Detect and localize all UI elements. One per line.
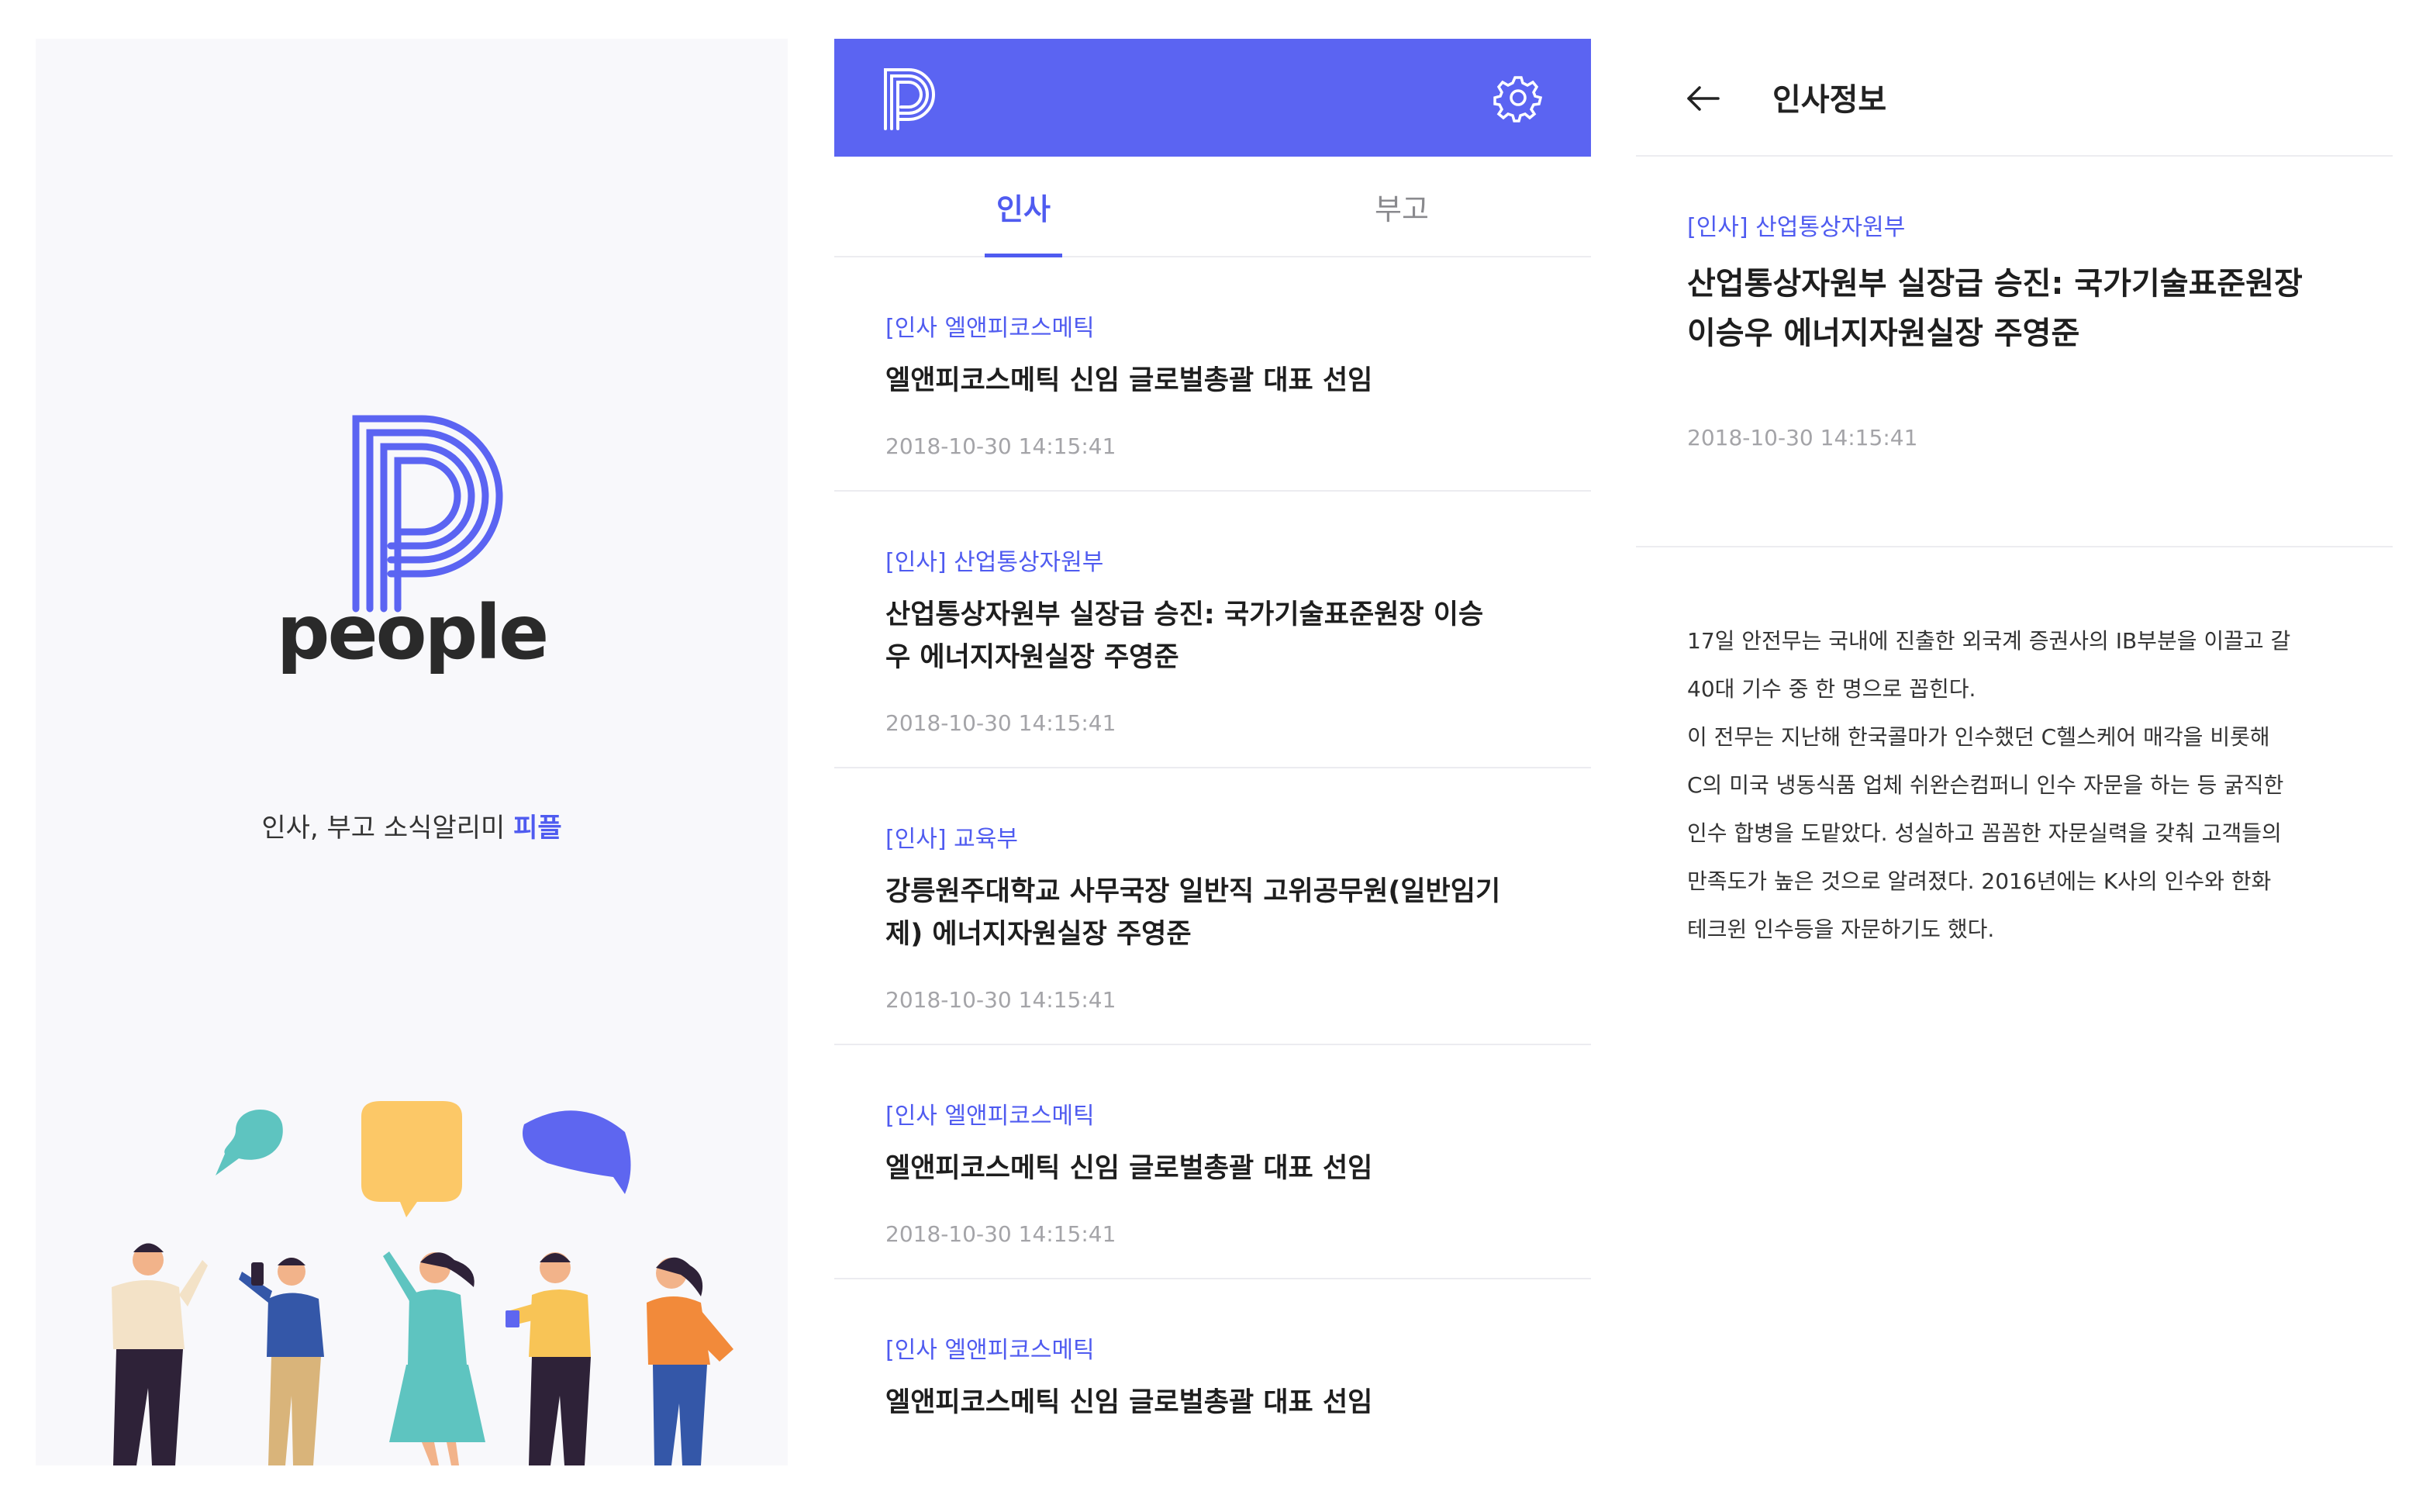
item-title: 강릉원주대학교 사무국장 일반직 고위공무원(일반임기제) 에너지자원실장 주영… bbox=[885, 876, 1501, 950]
item-date: 2018-10-30 14:15:41 bbox=[885, 710, 1116, 736]
item-category: [인사] 산업통상자원부 bbox=[885, 549, 1104, 576]
app-bar bbox=[834, 39, 1591, 157]
people-chatting-illustration bbox=[112, 1101, 733, 1465]
tagline-brand: 피플 bbox=[513, 813, 562, 844]
list-screen: 인사 부고 [인사 엘앤피코스메틱 엘앤피코스메틱 신임 글로벌총괄 대표 선임… bbox=[834, 39, 1591, 1465]
item-title: 엘앤피코스메틱 신임 글로벌총괄 대표 선임 bbox=[885, 1387, 1373, 1418]
article-header: [인사] 산업통상자원부 산업통상자원부 실장급 승진: 국가기술표준원장 이승… bbox=[1636, 157, 2393, 547]
article-body: 17일 안전무는 국내에 진출한 외국계 증권사의 IB부분을 이끌고 갈 40… bbox=[1636, 547, 2393, 954]
tab-obituary[interactable]: 부고 bbox=[1213, 157, 1591, 256]
tagline-text: 인사, 부고 소식알리미 bbox=[261, 813, 514, 844]
arrow-left-icon[interactable] bbox=[1684, 79, 1723, 118]
article-category: [인사] 산업통상자원부 bbox=[1687, 214, 1906, 241]
list-item[interactable]: [인사] 교육부 강릉원주대학교 사무국장 일반직 고위공무원(일반임기제) 에… bbox=[834, 768, 1591, 1045]
article-date: 2018-10-30 14:15:41 bbox=[1687, 425, 1918, 450]
people-p-logo-icon bbox=[884, 68, 935, 130]
article-paragraph-line: 만족도가 높은 것으로 알려졌다. 2016년에는 K사의 인수와 한화 bbox=[1687, 868, 2272, 894]
article-paragraph-line: 40대 기수 중 한 명으로 꼽힌다. bbox=[1687, 676, 1976, 702]
item-category: [인사 엘앤피코스메틱 bbox=[885, 1337, 1095, 1364]
article-paragraph-line: 테크윈 인수등을 자문하기도 했다. bbox=[1687, 917, 1995, 942]
list-item[interactable]: [인사] 산업통상자원부 산업통상자원부 실장급 승진: 국가기술표준원장 이승… bbox=[834, 492, 1591, 768]
article-title-line: 산업통상자원부 실장급 승진: 국가기술표준원장 bbox=[1687, 266, 2303, 302]
article-paragraph-line: 이 전무는 지난해 한국콜마가 인수했던 C헬스케어 매각을 비롯해 bbox=[1687, 724, 2270, 750]
gear-icon[interactable] bbox=[1493, 73, 1543, 123]
tab-personnel[interactable]: 인사 bbox=[834, 157, 1213, 257]
detail-screen: 인사정보 [인사] 산업통상자원부 산업통상자원부 실장급 승진: 국가기술표준… bbox=[1636, 39, 2393, 1465]
article-paragraph-line: C의 미국 냉동식품 업체 쉬완슨컴퍼니 인수 자문을 하는 등 굵직한 bbox=[1687, 772, 2284, 798]
item-title: 엘앤피코스메틱 신임 글로벌총괄 대표 선임 bbox=[885, 1153, 1373, 1184]
item-date: 2018-10-30 14:15:41 bbox=[885, 987, 1116, 1013]
people-p-logo-icon bbox=[352, 415, 503, 613]
tab-bar: 인사 부고 bbox=[834, 157, 1591, 257]
article-title: 산업통상자원부 실장급 승진: 국가기술표준원장 이승우 에너지자원실장 주영준 bbox=[1687, 259, 2342, 358]
splash-screen: people 인사, 부고 소식알리미 피플 bbox=[36, 39, 788, 1465]
list-item[interactable]: [인사 엘앤피코스메틱 엘앤피코스메틱 신임 글로벌총괄 대표 선임 2018-… bbox=[834, 1045, 1591, 1279]
item-category: [인사 엘앤피코스메틱 bbox=[885, 1103, 1095, 1130]
app-wordmark: people bbox=[276, 589, 550, 676]
article-title-line: 이승우 에너지자원실장 주영준 bbox=[1687, 316, 2080, 351]
item-date: 2018-10-30 14:15:41 bbox=[885, 1221, 1116, 1247]
page-title: 인사정보 bbox=[1772, 82, 1887, 118]
list-item[interactable]: [인사 엘앤피코스메틱 엘앤피코스메틱 신임 글로벌총괄 대표 선임 2018-… bbox=[834, 257, 1591, 492]
item-category: [인사] 교육부 bbox=[885, 826, 1018, 853]
item-category: [인사 엘앤피코스메틱 bbox=[885, 315, 1095, 342]
article-paragraph-line: 인수 합병을 도맡았다. 성실하고 꼼꼼한 자문실력을 갖춰 고객들의 bbox=[1687, 820, 2282, 846]
list-item[interactable]: [인사 엘앤피코스메틱 엘앤피코스메틱 신임 글로벌총괄 대표 선임 bbox=[834, 1279, 1591, 1455]
item-title: 산업통상자원부 실장급 승진: 국가기술표준원장 이승우 에너지자원실장 주영준 bbox=[885, 599, 1484, 673]
app-tagline: 인사, 부고 소식알리미 피플 bbox=[36, 806, 788, 844]
item-date: 2018-10-30 14:15:41 bbox=[885, 433, 1116, 459]
detail-header: 인사정보 bbox=[1636, 39, 2393, 157]
article-paragraph-line: 17일 안전무는 국내에 진출한 외국계 증권사의 IB부분을 이끌고 갈 bbox=[1687, 628, 2291, 654]
item-title: 엘앤피코스메틱 신임 글로벌총괄 대표 선임 bbox=[885, 365, 1373, 396]
